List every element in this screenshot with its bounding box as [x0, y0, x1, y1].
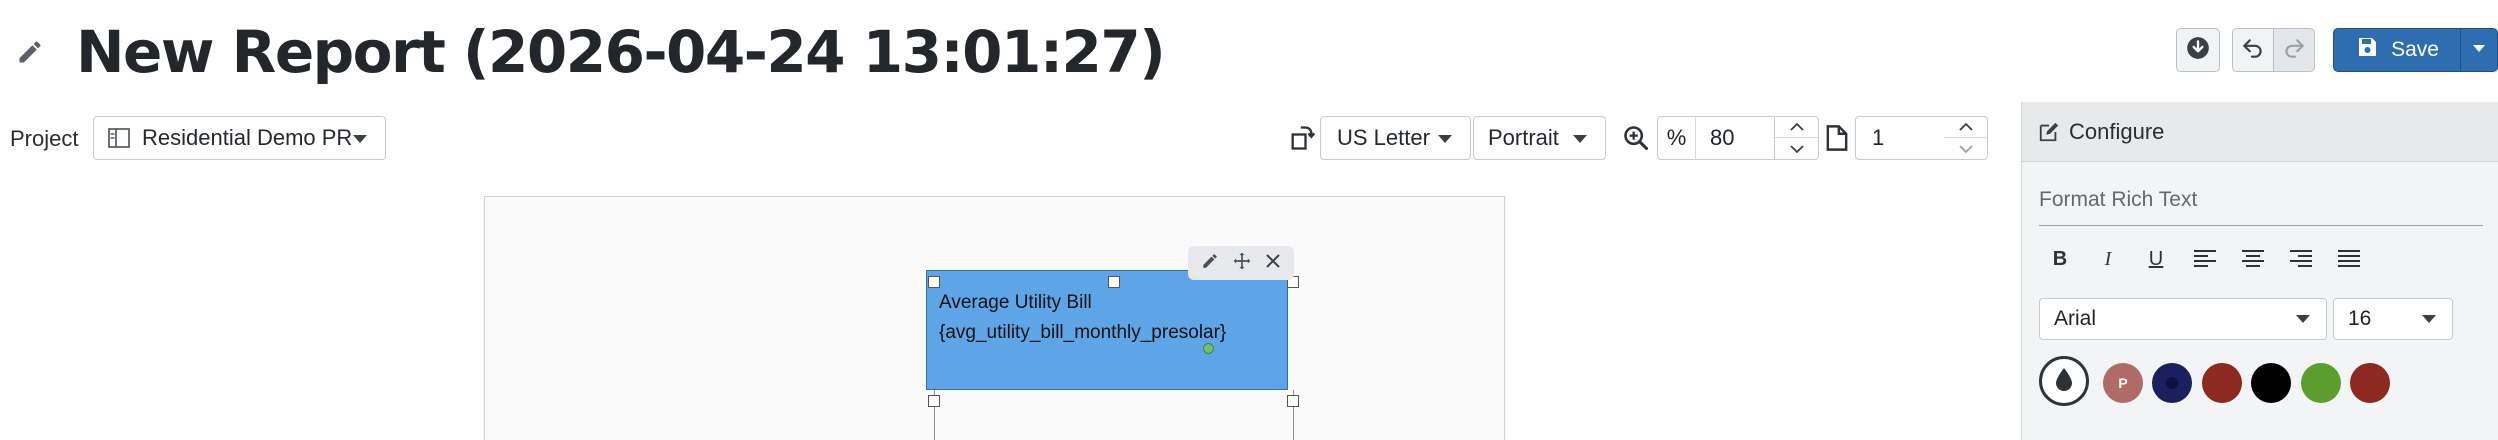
- undo-button[interactable]: [2232, 28, 2274, 72]
- configure-header: Configure: [2022, 102, 2498, 162]
- chevron-down-icon: [2296, 315, 2310, 323]
- resize-handle-bottom-left[interactable]: [928, 395, 940, 407]
- chevron-down-icon[interactable]: [1944, 138, 1987, 159]
- text-block-line-2: {avg_utility_bill_monthly_presolar}: [939, 322, 1227, 343]
- redo-icon: [2281, 35, 2307, 66]
- font-size-value: 16: [2348, 307, 2372, 330]
- orientation-value: Portrait: [1488, 125, 1559, 150]
- download-icon: [2185, 35, 2211, 66]
- align-justify-icon: [2338, 250, 2360, 267]
- edit-title-icon[interactable]: [16, 38, 44, 66]
- font-size-select[interactable]: 16: [2333, 298, 2453, 340]
- zoom-value: 80: [1710, 125, 1735, 150]
- align-left-button[interactable]: [2185, 240, 2225, 278]
- text-block-line-1: Average Utility Bill: [939, 292, 1092, 313]
- rotate-page-icon[interactable]: [1288, 124, 1316, 157]
- align-right-icon: [2290, 250, 2312, 267]
- chevron-down-icon: [353, 135, 367, 143]
- orientation-select[interactable]: Portrait: [1473, 116, 1606, 160]
- configure-panel: Configure Format Rich Text B I U Arial 1…: [2021, 102, 2498, 440]
- close-icon[interactable]: [1265, 253, 1281, 274]
- chevron-up-icon[interactable]: [1944, 117, 1987, 138]
- edit-block-icon[interactable]: [1201, 252, 1219, 275]
- rotate-handle[interactable]: [1203, 343, 1214, 354]
- color-swatch[interactable]: P: [2103, 363, 2143, 403]
- align-left-icon: [2194, 250, 2216, 267]
- align-center-button[interactable]: [2233, 240, 2273, 278]
- font-family-select[interactable]: Arial: [2039, 298, 2327, 340]
- italic-button[interactable]: I: [2088, 240, 2128, 278]
- block-actions-toolbar: [1188, 246, 1294, 280]
- color-swatch[interactable]: [2251, 363, 2291, 403]
- droplet-icon: [2055, 367, 2073, 396]
- paper-size-value: US Letter: [1337, 125, 1430, 150]
- save-button-label: Save: [2391, 38, 2439, 61]
- undo-icon: [2240, 35, 2266, 66]
- text-color-picker[interactable]: [2039, 356, 2089, 406]
- swatch-label: P: [2118, 375, 2128, 391]
- download-button[interactable]: [2176, 28, 2220, 72]
- page-number-value: 1: [1872, 125, 1885, 150]
- page-number-input[interactable]: 1: [1855, 116, 1945, 160]
- zoom-in-icon: [1622, 124, 1650, 157]
- chevron-up-icon[interactable]: [1775, 117, 1818, 138]
- project-select[interactable]: Residential Demo PR: [93, 116, 386, 160]
- page-title: New Report (2026-04-24 13:01:27): [76, 18, 1166, 86]
- chevron-down-icon: [1438, 135, 1452, 143]
- save-dropdown-button[interactable]: [2460, 28, 2498, 72]
- selected-dot-icon: [2166, 377, 2178, 389]
- align-justify-button[interactable]: [2329, 240, 2369, 278]
- paper-size-select[interactable]: US Letter: [1320, 116, 1471, 160]
- move-block-icon[interactable]: [1232, 251, 1252, 276]
- save-button[interactable]: Save: [2333, 28, 2461, 72]
- resize-handle-top-left[interactable]: [928, 276, 940, 288]
- format-section-title: Format Rich Text: [2039, 188, 2198, 211]
- redo-button[interactable]: [2273, 28, 2315, 72]
- color-swatch[interactable]: [2152, 363, 2192, 403]
- color-swatch[interactable]: [2350, 363, 2390, 403]
- configure-title: Configure: [2069, 119, 2165, 144]
- zoom-input[interactable]: % 80: [1657, 116, 1775, 160]
- align-center-icon: [2242, 250, 2264, 267]
- chevron-down-icon[interactable]: [1775, 138, 1818, 159]
- section-divider: [2039, 225, 2483, 226]
- underline-button[interactable]: U: [2136, 240, 2176, 278]
- color-swatch[interactable]: [2301, 363, 2341, 403]
- resize-handle-top[interactable]: [1108, 276, 1120, 288]
- edit-square-icon: [2038, 121, 2060, 148]
- resize-handle-bottom-right[interactable]: [1287, 395, 1299, 407]
- color-swatch[interactable]: [2202, 363, 2242, 403]
- chevron-down-icon: [2422, 315, 2436, 323]
- project-icon: [108, 128, 130, 154]
- page-icon: [1826, 124, 1848, 157]
- zoom-stepper[interactable]: [1775, 116, 1819, 160]
- project-label: Project: [10, 126, 79, 151]
- bold-button[interactable]: B: [2040, 240, 2080, 278]
- align-right-button[interactable]: [2281, 240, 2321, 278]
- chevron-down-icon: [1573, 135, 1587, 143]
- page-stepper[interactable]: [1944, 116, 1988, 160]
- chevron-down-icon: [2472, 41, 2486, 59]
- font-family-value: Arial: [2054, 307, 2097, 330]
- zoom-unit: %: [1658, 117, 1696, 159]
- floppy-disk-icon: [2355, 35, 2379, 65]
- project-select-value: Residential Demo PR: [142, 125, 353, 150]
